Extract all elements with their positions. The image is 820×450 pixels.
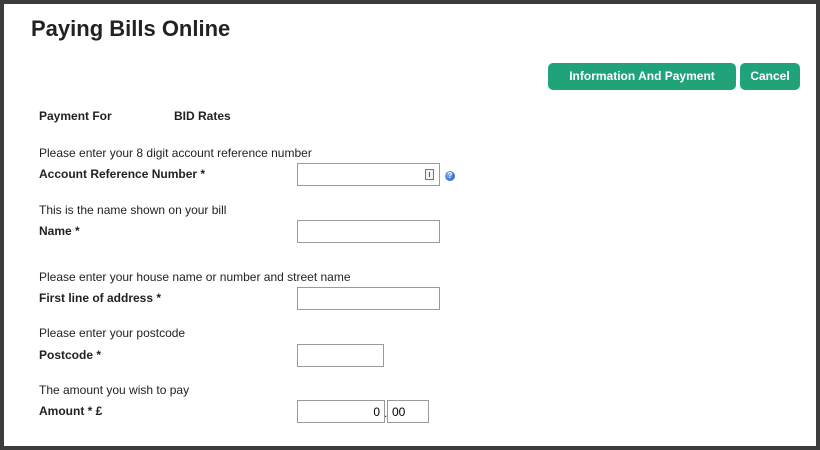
address-input[interactable] — [297, 287, 440, 310]
information-and-payment-help-button[interactable]: Information And Payment Help — [548, 63, 736, 110]
payment-for-value: BID Rates — [174, 109, 231, 123]
account-ref-input[interactable] — [297, 163, 440, 186]
amount-pounds-input[interactable] — [297, 400, 385, 423]
name-hint: This is the name shown on your bill — [39, 203, 227, 217]
payment-for-label: Payment For — [39, 109, 112, 123]
cancel-button[interactable]: Cancel — [740, 63, 800, 90]
account-ref-label: Account Reference Number * — [39, 167, 206, 181]
postcode-input[interactable] — [297, 344, 384, 367]
input-picker-icon[interactable] — [425, 169, 434, 180]
help-icon[interactable]: ? — [445, 171, 455, 181]
address-label: First line of address * — [39, 291, 162, 305]
amount-pence-input[interactable] — [387, 400, 429, 423]
postcode-hint: Please enter your postcode — [39, 326, 186, 340]
account-ref-hint: Please enter your 8 digit account refere… — [39, 146, 312, 160]
page-frame: Paying Bills Online Information And Paym… — [4, 4, 816, 446]
amount-label: Amount * £ — [39, 404, 103, 418]
page-title: Paying Bills Online — [31, 16, 231, 41]
postcode-label: Postcode * — [39, 348, 102, 362]
address-hint: Please enter your house name or number a… — [39, 270, 351, 284]
name-input[interactable] — [297, 220, 440, 243]
name-label: Name * — [39, 224, 80, 238]
amount-hint: The amount you wish to pay — [39, 383, 190, 397]
